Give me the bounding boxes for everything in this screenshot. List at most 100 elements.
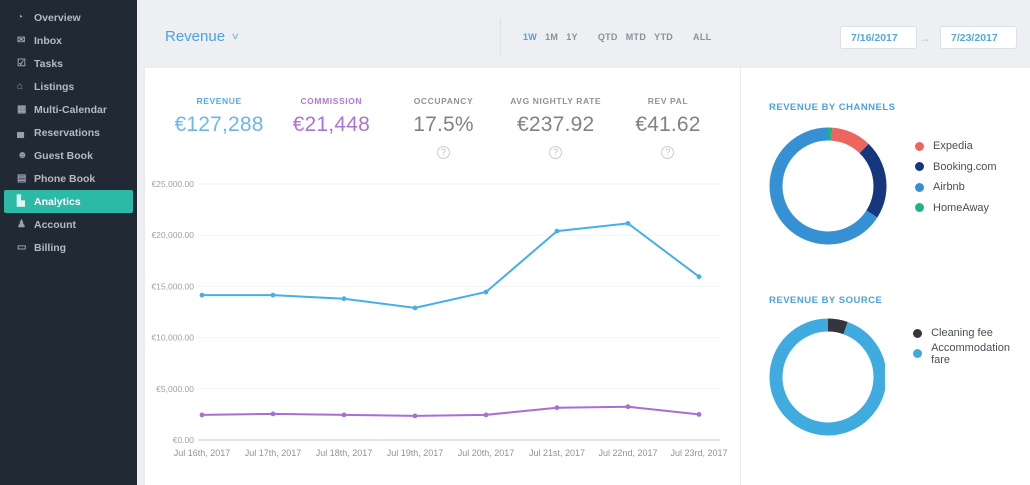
legend-label: Cleaning fee <box>931 327 993 339</box>
metric-dropdown-label: Revenue <box>165 28 225 45</box>
data-point <box>271 412 276 417</box>
sidebar-item-billing[interactable]: ▭Billing <box>4 236 133 259</box>
date-from-input[interactable] <box>840 26 917 49</box>
x-tick-label: Jul 17th, 2017 <box>245 448 302 458</box>
sidebar-item-reservations[interactable]: ▄Reservations <box>4 121 133 144</box>
panel-revenue-by-source: REVENUE BY SOURCECleaning feeAccommodati… <box>769 295 1030 436</box>
users-icon: ☻ <box>17 151 34 161</box>
sidebar-item-listings[interactable]: ⌂Listings <box>4 75 133 98</box>
data-point <box>697 274 702 279</box>
gauge-icon: ◔ <box>17 13 34 23</box>
x-tick-label: Jul 20th, 2017 <box>458 448 515 458</box>
donut-row: Cleaning fee Accommodation fare <box>769 318 1030 436</box>
panel-revenue-by-channels: REVENUE BY CHANNELSExpediaBooking.comAir… <box>769 102 1030 245</box>
data-point <box>413 306 418 311</box>
sidebar-item-account[interactable]: ♟Account <box>4 213 133 236</box>
legend: ExpediaBooking.comAirbnbHomeAway <box>915 127 997 245</box>
sidebar-item-label: Tasks <box>34 58 63 70</box>
series-line-commission <box>202 407 699 416</box>
stat-occupancy: OCCUPANCY17.5%? <box>387 96 499 160</box>
sidebar-item-phone-book[interactable]: ▤Phone Book <box>4 167 133 190</box>
data-point <box>200 413 205 418</box>
check-square-icon: ☑ <box>17 59 34 69</box>
data-point <box>555 229 560 234</box>
sidebar-item-analytics[interactable]: ▙Analytics <box>4 190 133 213</box>
range-button-1y[interactable]: 1Y <box>566 32 578 42</box>
date-to-input[interactable] <box>940 26 1017 49</box>
legend-item-homeaway: HomeAway <box>915 198 997 219</box>
bar-chart-icon: ▙ <box>17 197 34 207</box>
y-tick-label: €20,000.00 <box>151 230 194 240</box>
sidebar-item-multi-calendar[interactable]: ▦Multi-Calendar <box>4 98 133 121</box>
stat-value: €127,288 <box>163 113 275 137</box>
x-tick-label: Jul 18th, 2017 <box>316 448 373 458</box>
legend-item-booking-com: Booking.com <box>915 157 997 178</box>
sidebar-item-guest-book[interactable]: ☻Guest Book <box>4 144 133 167</box>
donut-row: ExpediaBooking.comAirbnbHomeAway <box>769 127 1030 245</box>
sidebar-item-label: Multi-Calendar <box>34 104 107 116</box>
range-button-1w[interactable]: 1W <box>523 32 537 42</box>
data-point <box>342 296 347 301</box>
date-range-buttons: 1W 1M 1Y QTD MTD YTD ALL <box>523 32 719 42</box>
donut-sections: REVENUE BY CHANNELSExpediaBooking.comAir… <box>769 102 1030 436</box>
donut-segment-accommodation-fare <box>776 325 880 429</box>
metrics-and-chart-pane: REVENUE€127,288COMMISSION€21,448OCCUPANC… <box>145 68 740 485</box>
arrow-right-icon: → <box>919 31 931 45</box>
x-tick-label: Jul 23rd, 2017 <box>670 448 727 458</box>
book-icon: ▤ <box>17 174 34 184</box>
range-button-all[interactable]: ALL <box>693 32 711 42</box>
data-point <box>342 413 347 418</box>
data-point <box>271 293 276 298</box>
data-point <box>413 414 418 419</box>
help-icon[interactable]: ? <box>661 146 674 159</box>
sidebar-item-inbox[interactable]: ✉Inbox <box>4 29 133 52</box>
data-point <box>484 290 489 295</box>
donut-chart-revenue-by-channels <box>769 127 887 245</box>
range-button-1m[interactable]: 1M <box>545 32 558 42</box>
range-button-mtd[interactable]: MTD <box>626 32 646 42</box>
legend-item-expedia: Expedia <box>915 136 997 157</box>
stats-row: REVENUE€127,288COMMISSION€21,448OCCUPANC… <box>145 68 740 160</box>
data-point <box>555 405 560 410</box>
dashboard-card: REVENUE€127,288COMMISSION€21,448OCCUPANC… <box>145 68 1030 485</box>
breakdown-pane: REVENUE BY CHANNELSExpediaBooking.comAir… <box>741 68 1030 485</box>
metric-dropdown[interactable]: Revenue ∨ <box>165 28 239 45</box>
sidebar-item-label: Inbox <box>34 35 62 47</box>
sidebar-item-overview[interactable]: ◔Overview <box>4 6 133 29</box>
credit-card-icon: ▭ <box>17 243 34 253</box>
y-tick-label: €15,000.00 <box>151 281 194 291</box>
data-point <box>200 293 205 298</box>
sidebar-item-label: Guest Book <box>34 150 93 162</box>
line-chart-svg: €0.00€5,000.00€10,000.00€15,000.00€20,00… <box>145 172 740 474</box>
sidebar-item-label: Billing <box>34 242 66 254</box>
revenue-line-chart: €0.00€5,000.00€10,000.00€15,000.00€20,00… <box>145 172 740 479</box>
sidebar: ◔Overview✉Inbox☑Tasks⌂Listings▦Multi-Cal… <box>0 0 137 485</box>
header-separator <box>500 18 501 56</box>
stat-commission: COMMISSION€21,448 <box>275 96 387 160</box>
sidebar-item-label: Overview <box>34 12 81 24</box>
donut-chart-revenue-by-source <box>769 318 885 436</box>
range-button-ytd[interactable]: YTD <box>654 32 673 42</box>
sidebar-item-tasks[interactable]: ☑Tasks <box>4 52 133 75</box>
stat-label: OCCUPANCY <box>387 96 499 106</box>
stat-label: AVG NIGHTLY RATE <box>500 96 612 106</box>
bed-icon: ▄ <box>17 128 34 138</box>
range-button-qtd[interactable]: QTD <box>598 32 618 42</box>
sidebar-nav: ◔Overview✉Inbox☑Tasks⌂Listings▦Multi-Cal… <box>0 6 137 259</box>
sidebar-item-label: Phone Book <box>34 173 95 185</box>
panel-title: REVENUE BY CHANNELS <box>769 102 1030 113</box>
data-point <box>484 413 489 418</box>
stat-label: COMMISSION <box>275 96 387 106</box>
help-icon[interactable]: ? <box>549 146 562 159</box>
legend: Cleaning fee Accommodation fare <box>913 318 1030 436</box>
legend-label: Booking.com <box>933 161 997 173</box>
y-tick-label: €25,000.00 <box>151 179 194 189</box>
data-point <box>626 404 631 409</box>
legend-dot <box>913 329 922 338</box>
help-icon[interactable]: ? <box>437 146 450 159</box>
legend-item-accommodation-fare: Accommodation fare <box>913 344 1030 365</box>
legend-dot <box>915 162 924 171</box>
chevron-down-icon: ∨ <box>231 31 240 42</box>
series-line-revenue <box>202 223 699 308</box>
legend-label: HomeAway <box>933 202 989 214</box>
